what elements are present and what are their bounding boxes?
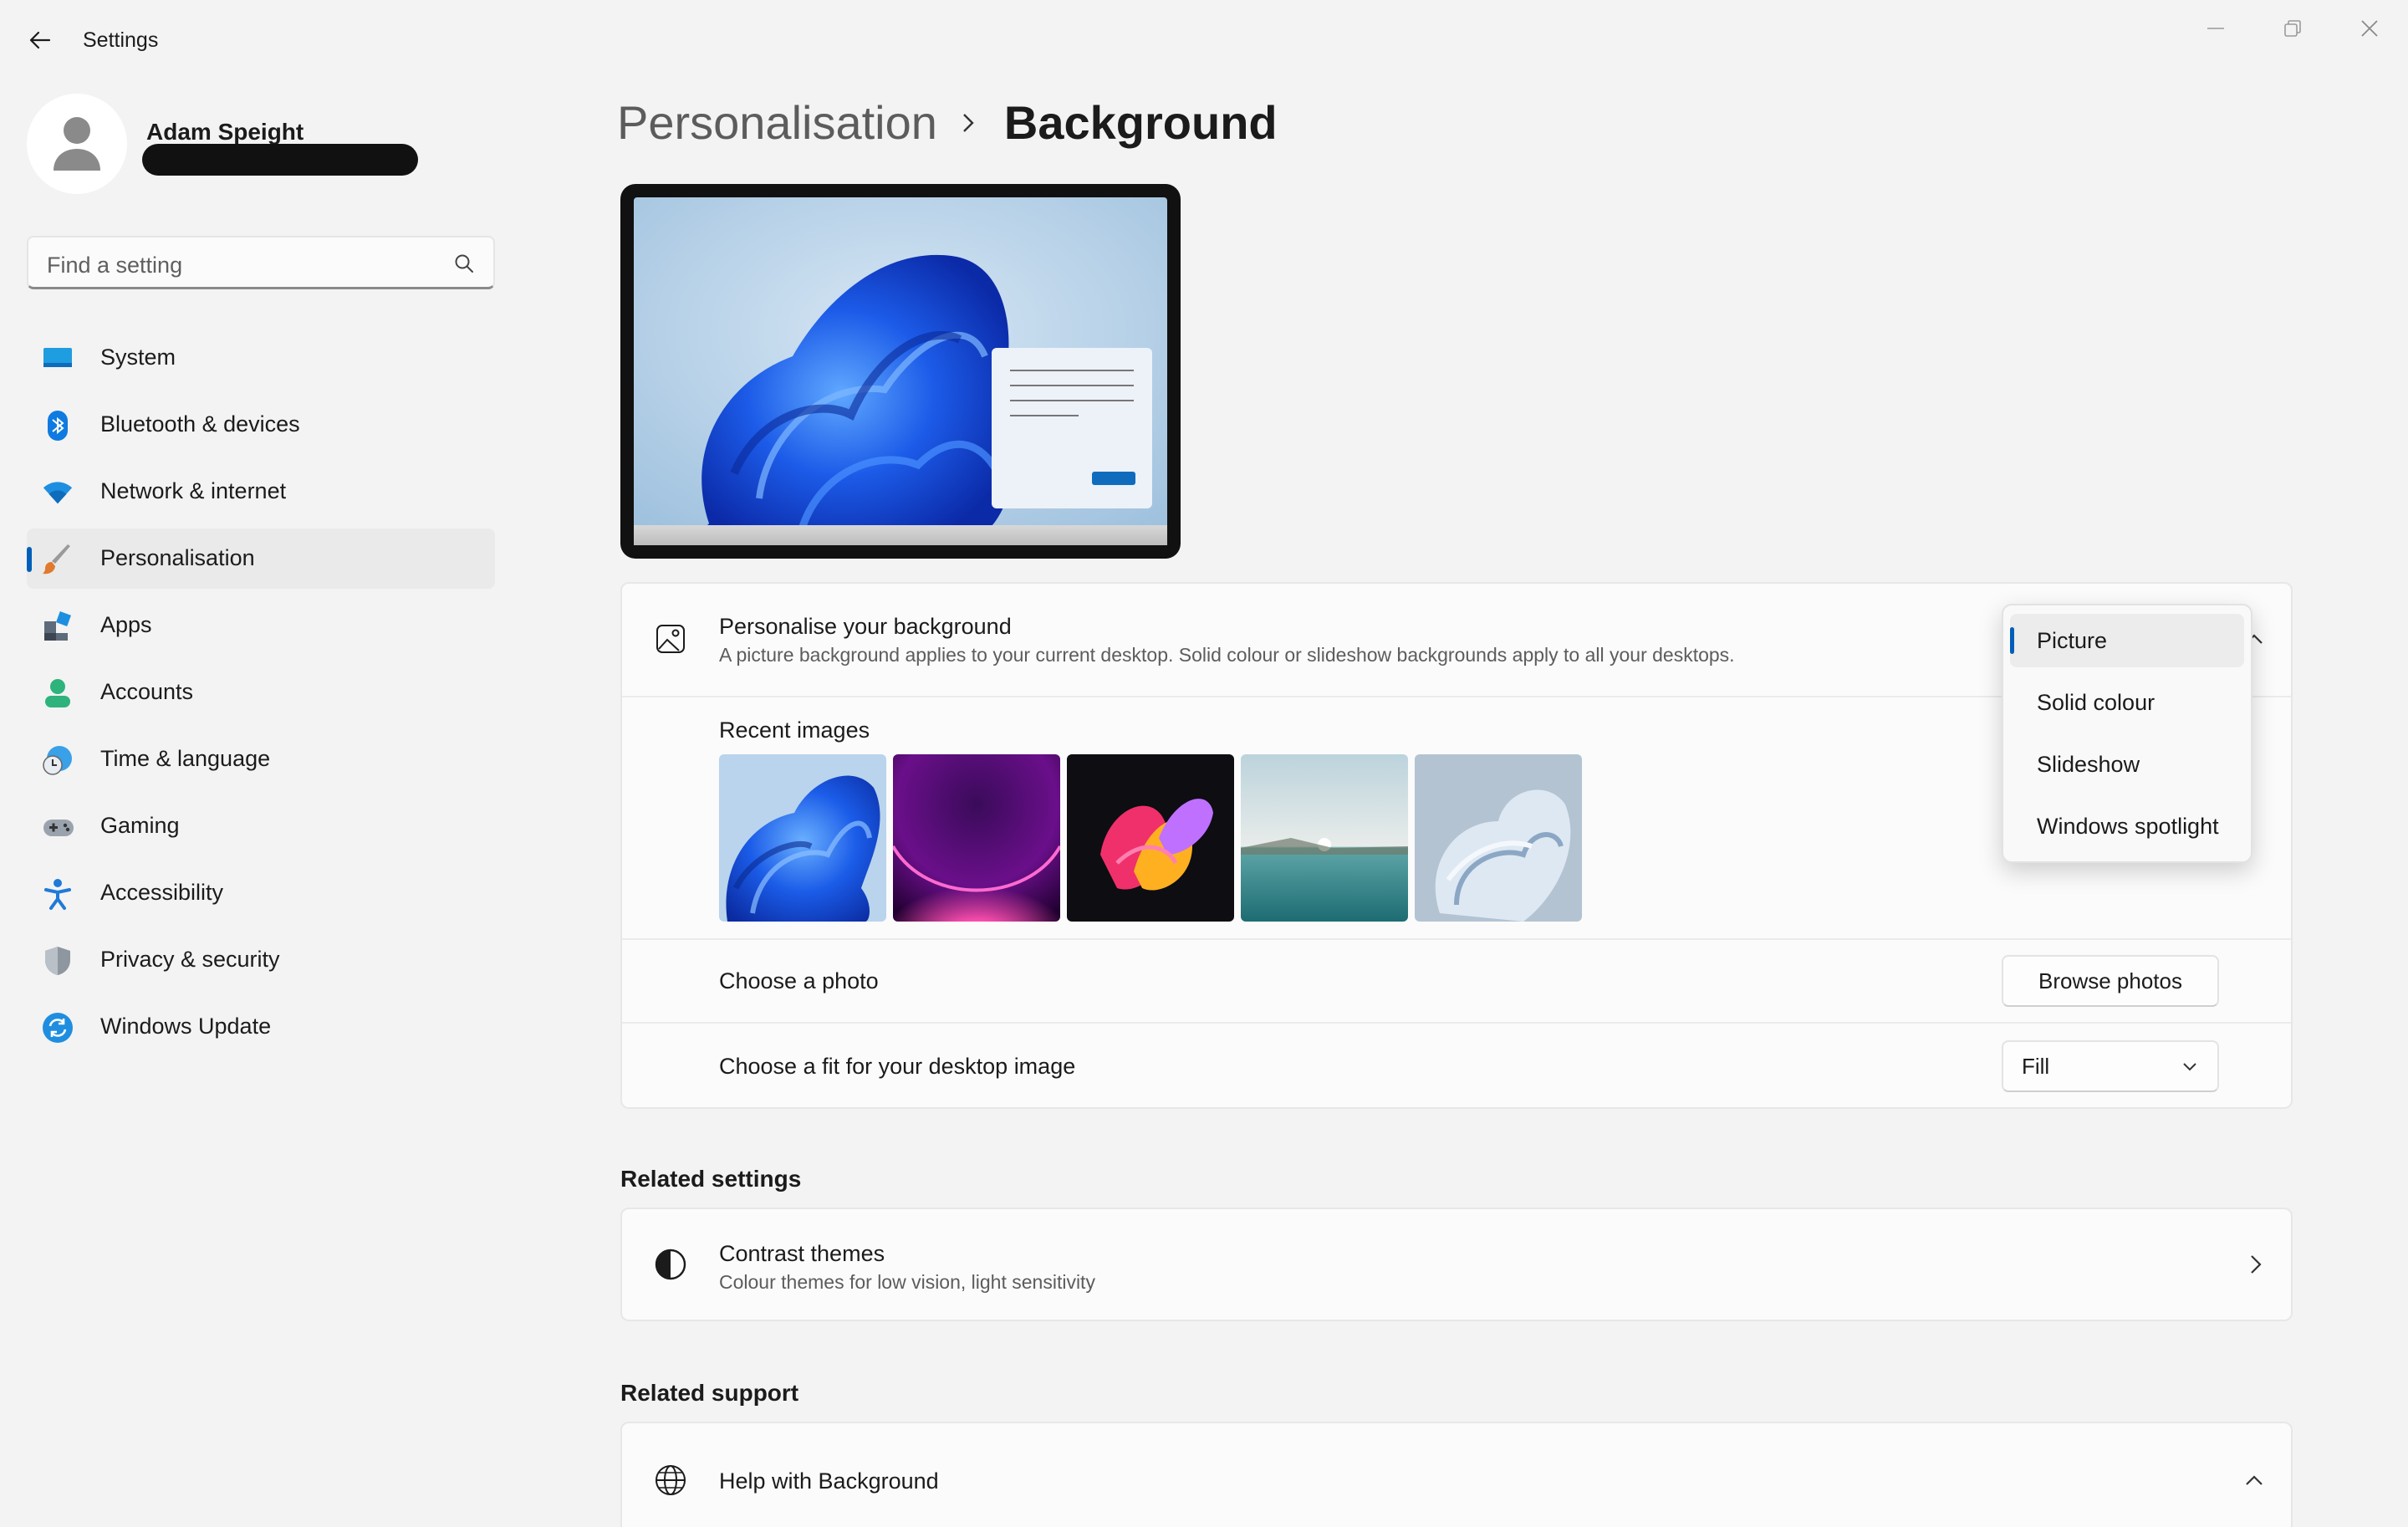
- sidebar-item-label: System: [100, 345, 176, 370]
- search-input[interactable]: Find a setting: [27, 236, 495, 289]
- sidebar-item-label: Personalisation: [100, 545, 255, 570]
- recent-image-thumbnail[interactable]: [1415, 754, 1582, 922]
- sidebar-item-label: Windows Update: [100, 1014, 272, 1039]
- contrast-icon: [654, 1248, 687, 1281]
- minimize-button[interactable]: [2191, 12, 2241, 45]
- preview-window-mock: [992, 348, 1152, 508]
- back-button[interactable]: [23, 23, 57, 57]
- sidebar-item-label: Gaming: [100, 813, 180, 838]
- recent-image-thumbnail[interactable]: [719, 754, 886, 922]
- breadcrumb: Personalisation Background: [617, 95, 1278, 150]
- recent-image-thumbnail[interactable]: [1067, 754, 1234, 922]
- sidebar-item-label: Accessibility: [100, 880, 224, 905]
- sidebar-item-bluetooth[interactable]: Bluetooth & devices: [27, 395, 495, 455]
- sidebar-item-personalisation[interactable]: Personalisation: [27, 529, 495, 589]
- choose-photo-label: Choose a photo: [719, 968, 879, 993]
- recent-image-thumbnail[interactable]: [1241, 754, 1408, 922]
- sidebar-item-label: Network & internet: [100, 478, 287, 503]
- apps-icon: [42, 610, 74, 642]
- menu-item-slideshow[interactable]: Slideshow: [2010, 738, 2244, 791]
- avatar[interactable]: [27, 94, 127, 194]
- chevron-right-icon: [2239, 1248, 2273, 1281]
- chevron-right-icon: [962, 110, 979, 135]
- sidebar-item-accessibility[interactable]: Accessibility: [27, 863, 495, 923]
- browse-photos-label: Browse photos: [2038, 968, 2182, 993]
- contrast-themes-card[interactable]: Contrast themes Colour themes for low vi…: [620, 1208, 2293, 1321]
- menu-item-windows-spotlight[interactable]: Windows spotlight: [2010, 799, 2244, 853]
- back-arrow-icon: [29, 31, 51, 49]
- menu-item-label: Slideshow: [2037, 751, 2140, 777]
- brush-icon: [42, 544, 74, 575]
- sidebar-item-label: Bluetooth & devices: [100, 411, 300, 437]
- sidebar-item-gaming[interactable]: Gaming: [27, 796, 495, 856]
- accessibility-icon: [42, 878, 74, 910]
- app-title: Settings: [83, 28, 159, 52]
- chevron-down-icon: [2183, 1063, 2196, 1071]
- user-avatar-icon: [54, 117, 100, 171]
- browse-photos-button[interactable]: Browse photos: [2002, 955, 2219, 1007]
- menu-item-label: Windows spotlight: [2037, 813, 2219, 839]
- restore-button[interactable]: [2268, 12, 2318, 45]
- update-icon: [42, 1012, 74, 1044]
- sidebar-item-label: Apps: [100, 612, 152, 637]
- user-name: Adam Speight: [146, 119, 304, 145]
- sidebar-item-time-language[interactable]: Time & language: [27, 729, 495, 789]
- sidebar-item-privacy[interactable]: Privacy & security: [27, 930, 495, 990]
- chevron-up-icon[interactable]: [2237, 1463, 2271, 1497]
- search-placeholder: Find a setting: [47, 253, 183, 278]
- selected-indicator: [2010, 627, 2014, 654]
- globe-icon: [654, 1463, 687, 1497]
- search-icon: [455, 254, 473, 273]
- sidebar-item-apps[interactable]: Apps: [27, 595, 495, 656]
- sidebar-item-label: Accounts: [100, 679, 194, 704]
- menu-item-label: Picture: [2037, 627, 2108, 653]
- help-with-background-card[interactable]: Help with Background: [620, 1422, 2293, 1527]
- related-settings-heading: Related settings: [620, 1166, 802, 1192]
- help-with-background-title: Help with Background: [719, 1468, 939, 1494]
- fit-label: Choose a fit for your desktop image: [719, 1054, 1076, 1079]
- preview-taskbar: [634, 525, 1167, 545]
- close-button[interactable]: [2344, 12, 2395, 45]
- page-title: Background: [1003, 96, 1278, 149]
- accounts-icon: [42, 677, 74, 709]
- shield-icon: [42, 945, 74, 977]
- sidebar-item-label: Time & language: [100, 746, 271, 771]
- picture-icon: [654, 622, 687, 656]
- fit-value: Fill: [2022, 1053, 2050, 1079]
- fit-dropdown[interactable]: Fill: [2002, 1040, 2219, 1092]
- recent-image-thumbnail[interactable]: [893, 754, 1060, 922]
- divider: [622, 938, 2291, 940]
- sidebar-item-network[interactable]: Network & internet: [27, 462, 495, 522]
- minimize-icon: [2207, 28, 2224, 29]
- bluetooth-icon: [42, 410, 74, 442]
- wifi-icon: [42, 477, 74, 508]
- system-icon: [42, 343, 74, 375]
- sidebar-item-windows-update[interactable]: Windows Update: [27, 997, 495, 1057]
- gamepad-icon: [42, 811, 74, 843]
- menu-item-label: Solid colour: [2037, 689, 2155, 715]
- redacted-email: [142, 144, 418, 176]
- background-type-menu: Picture Solid colour Slideshow Windows s…: [2002, 604, 2252, 863]
- related-support-heading: Related support: [620, 1380, 799, 1406]
- contrast-themes-title: Contrast themes: [719, 1241, 885, 1266]
- recent-images-label: Recent images: [719, 718, 870, 743]
- active-indicator: [27, 547, 32, 572]
- sidebar-item-label: Privacy & security: [100, 947, 280, 972]
- menu-item-picture[interactable]: Picture: [2010, 614, 2244, 667]
- contrast-themes-subtitle: Colour themes for low vision, light sens…: [719, 1271, 1095, 1293]
- clock-globe-icon: [42, 744, 74, 776]
- desktop-preview: [620, 184, 1181, 559]
- sidebar-item-accounts[interactable]: Accounts: [27, 662, 495, 723]
- close-icon: [2361, 20, 2378, 37]
- title-bar: Settings: [0, 0, 2408, 80]
- divider: [622, 1022, 2291, 1024]
- personalise-background-subtitle: A picture background applies to your cur…: [719, 644, 1735, 666]
- breadcrumb-parent[interactable]: Personalisation: [617, 95, 937, 150]
- sidebar-item-system[interactable]: System: [27, 328, 495, 388]
- personalise-background-title: Personalise your background: [719, 614, 1012, 639]
- menu-item-solid-colour[interactable]: Solid colour: [2010, 676, 2244, 729]
- restore-icon: [2284, 20, 2301, 37]
